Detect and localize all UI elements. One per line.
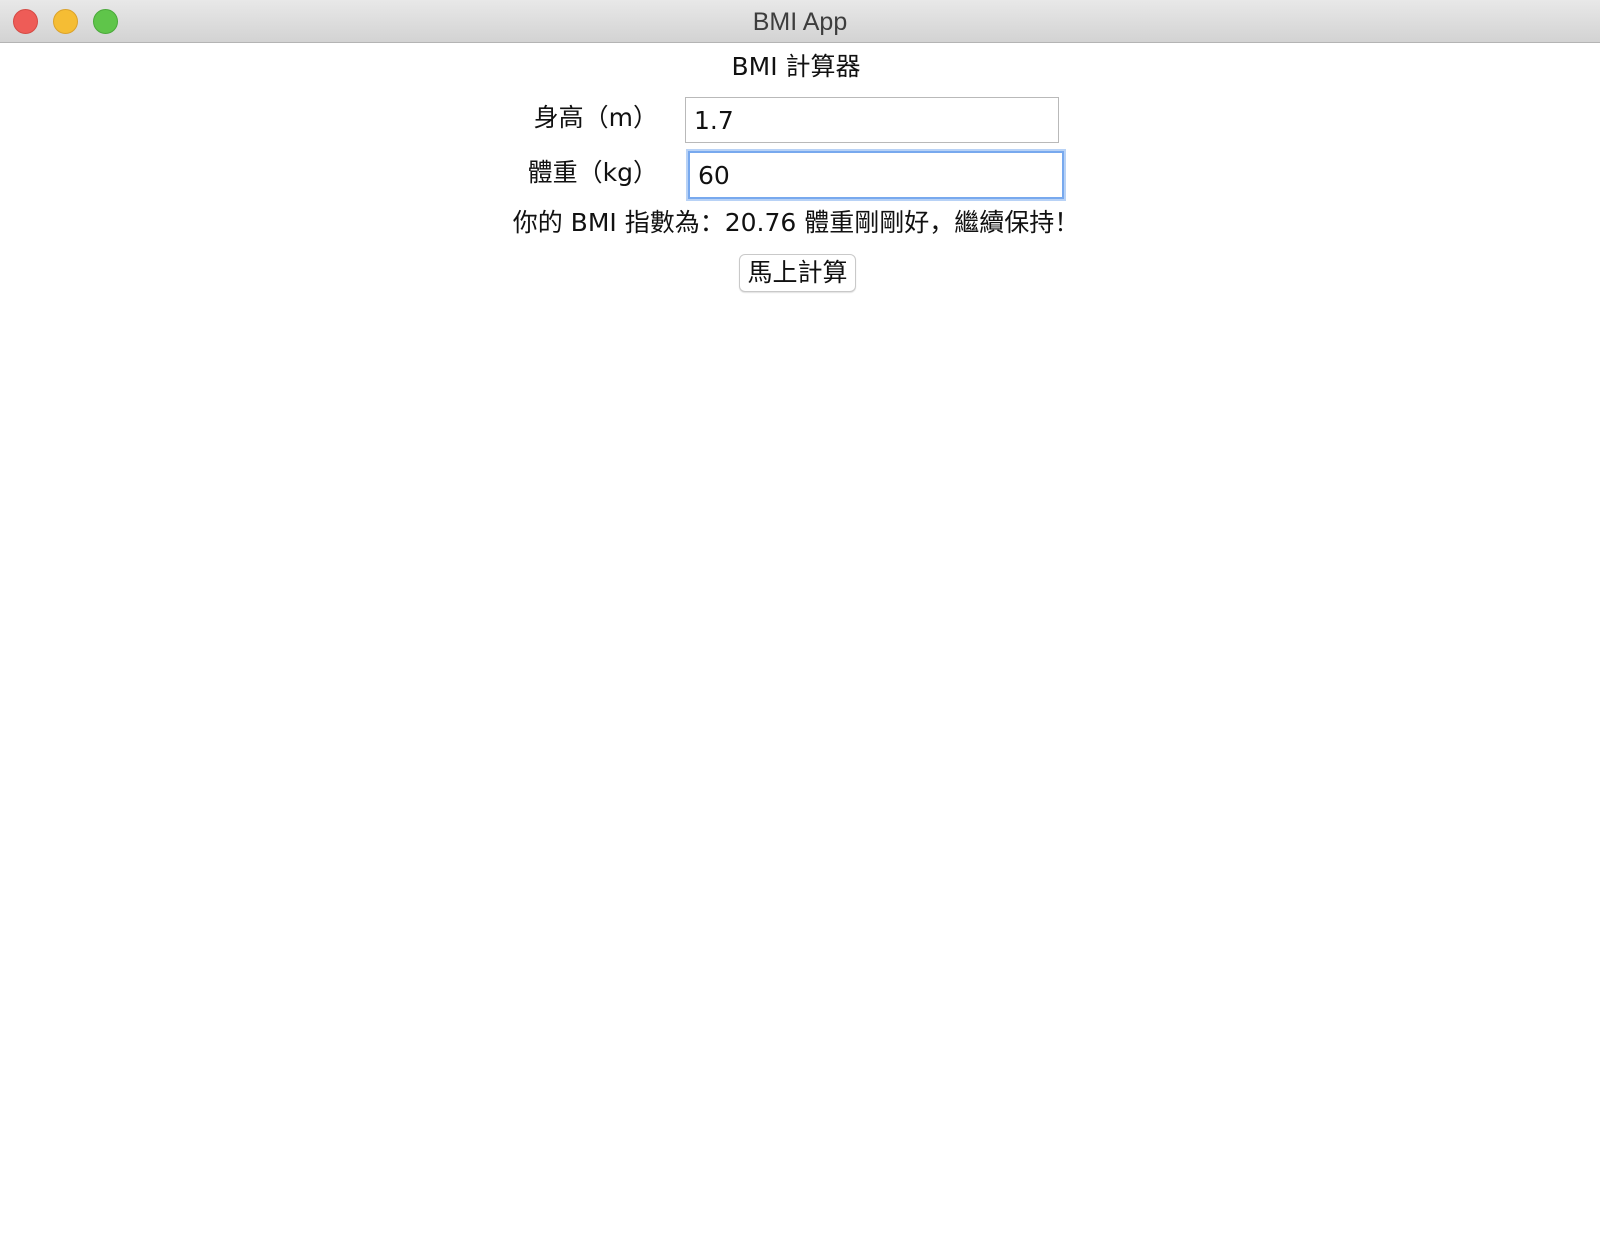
app-heading: BMI 計算器 <box>731 52 861 81</box>
title-bar[interactable]: BMI App <box>0 0 1600 43</box>
calculate-button[interactable]: 馬上計算 <box>739 254 856 292</box>
weight-input[interactable] <box>688 151 1064 199</box>
bmi-app-window: BMI App BMI 計算器 身高（m） 體重（kg） 你的 BMI 指數為：… <box>0 0 1600 1242</box>
height-input[interactable] <box>685 97 1059 143</box>
window-title: BMI App <box>752 8 848 36</box>
height-label: 身高（m） <box>533 103 658 132</box>
bmi-result-text: 你的 BMI 指數為：20.76 體重剛剛好，繼續保持！ <box>512 208 1080 237</box>
weight-label: 體重（kg） <box>527 158 658 187</box>
app-content: BMI 計算器 身高（m） 體重（kg） 你的 BMI 指數為：20.76 體重… <box>0 43 1600 1242</box>
